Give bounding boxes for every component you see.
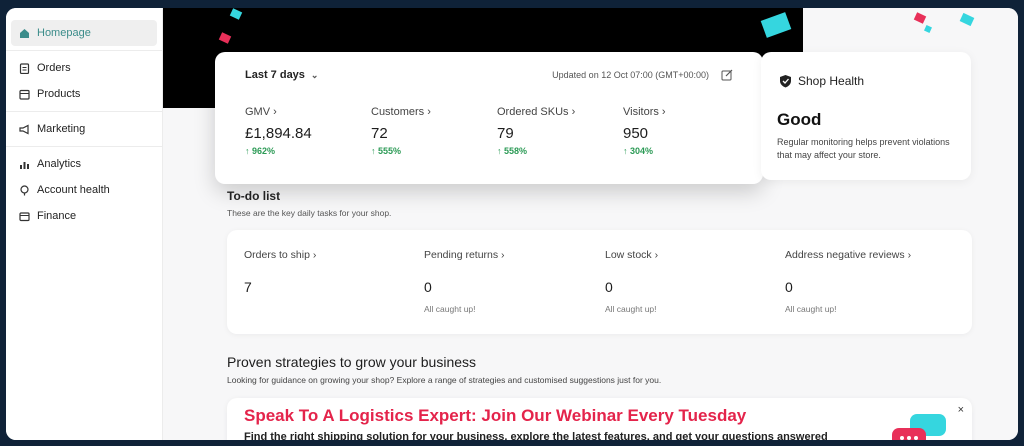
confetti-decoration (913, 12, 927, 24)
metric-label: Ordered SKUs › (497, 106, 576, 118)
todo-card: Orders to ship › 7 Pending returns › 0 A… (227, 230, 972, 334)
metric-gmv[interactable]: GMV › £1,894.84 ↑ 962% (245, 106, 375, 156)
sidebar-item-label: Analytics (37, 158, 82, 170)
period-label: Last 7 days (245, 69, 305, 81)
divider (6, 50, 162, 51)
shield-icon (779, 74, 792, 88)
sidebar-item-label: Orders (37, 62, 71, 74)
task-note: All caught up! (785, 304, 837, 314)
chevron-down-icon: ⌄ (310, 69, 319, 80)
divider (6, 111, 162, 112)
task-count: 0 (424, 279, 432, 295)
shop-health-description: Regular monitoring helps prevent violati… (777, 137, 950, 160)
metric-label: Customers › (371, 106, 431, 118)
metric-delta: ↑ 962% (245, 146, 276, 156)
sidebar-item-label: Finance (37, 210, 77, 222)
task-count: 0 (605, 279, 613, 295)
task-label: Address negative reviews › (785, 249, 912, 261)
megaphone-icon (19, 124, 30, 135)
updated-timestamp: Updated on 12 Oct 07:00 (GMT+00:00) (552, 70, 709, 80)
task-label: Low stock › (605, 249, 659, 261)
metric-customers[interactable]: Customers › 72 ↑ 555% (371, 106, 501, 156)
home-icon (19, 28, 30, 39)
sidebar-item-orders[interactable]: Orders (11, 55, 157, 81)
period-selector[interactable]: Last 7 days ⌄ (245, 69, 318, 81)
shop-health-status: Good (777, 110, 822, 129)
sidebar-item-homepage[interactable]: Homepage (11, 20, 157, 46)
metric-delta: ↑ 558% (497, 146, 528, 156)
task-count: 7 (244, 279, 252, 295)
sidebar-item-marketing[interactable]: Marketing (11, 116, 157, 142)
wallet-icon (19, 211, 30, 222)
sidebar-item-label: Products (37, 88, 81, 100)
sidebar-item-products[interactable]: Products (11, 81, 157, 107)
sidebar-item-label: Homepage (37, 27, 91, 39)
edit-icon[interactable] (721, 68, 733, 81)
banner-description: Find the right shipping solution for you… (244, 431, 828, 440)
divider (6, 146, 162, 147)
clipboard-icon (19, 62, 30, 74)
metric-value: 950 (623, 125, 649, 142)
metric-ordered-skus[interactable]: Ordered SKUs › 79 ↑ 558% (497, 106, 627, 156)
sidebar-item-account-health[interactable]: Account health (11, 177, 157, 203)
main-content: Last 7 days ⌄ Updated on 12 Oct 07:00 (G… (163, 8, 1018, 440)
metric-label: Visitors › (623, 106, 666, 118)
app-window: Homepage Orders Products Marketing Analy… (6, 8, 1018, 440)
todo-title: To-do list (227, 189, 281, 203)
close-icon[interactable]: × (958, 404, 964, 416)
webinar-banner[interactable]: Speak To A Logistics Expert: Join Our We… (227, 398, 972, 440)
box-icon (19, 89, 30, 100)
bar-chart-icon (19, 159, 30, 170)
task-label: Pending returns › (424, 249, 505, 261)
task-low-stock[interactable]: Low stock › 0 All caught up! (605, 249, 775, 314)
task-count: 0 (785, 279, 793, 295)
task-address-negative-reviews[interactable]: Address negative reviews › 0 All caught … (785, 249, 955, 314)
todo-subtitle: These are the key daily tasks for your s… (227, 208, 392, 218)
sidebar-item-label: Marketing (37, 123, 86, 135)
shop-health-title: Shop Health (779, 74, 864, 88)
task-orders-to-ship[interactable]: Orders to ship › 7 (244, 249, 414, 295)
metric-value: £1,894.84 (245, 125, 312, 142)
confetti-decoration (959, 12, 975, 27)
growth-title: Proven strategies to grow your business (227, 354, 477, 370)
sidebar-item-finance[interactable]: Finance (11, 203, 157, 229)
task-label: Orders to ship › (244, 249, 317, 261)
confetti-decoration (924, 25, 932, 33)
sidebar: Homepage Orders Products Marketing Analy… (6, 8, 163, 440)
chat-bubbles-icon (888, 412, 950, 440)
task-pending-returns[interactable]: Pending returns › 0 All caught up! (424, 249, 594, 314)
banner-title: Speak To A Logistics Expert: Join Our We… (244, 406, 747, 425)
metric-label: GMV › (245, 106, 277, 118)
metric-delta: ↑ 304% (623, 146, 654, 156)
metric-value: 72 (371, 125, 388, 142)
metric-value: 79 (497, 125, 514, 142)
task-note: All caught up! (424, 304, 476, 314)
sidebar-item-label: Account health (37, 184, 110, 196)
shop-health-card[interactable]: Shop Health Good Regular monitoring help… (761, 52, 971, 180)
health-icon (19, 184, 30, 196)
sidebar-item-analytics[interactable]: Analytics (11, 151, 157, 177)
metric-visitors[interactable]: Visitors › 950 ↑ 304% (623, 106, 753, 156)
task-note: All caught up! (605, 304, 657, 314)
metrics-card: Last 7 days ⌄ Updated on 12 Oct 07:00 (G… (215, 52, 763, 184)
growth-subtitle: Looking for guidance on growing your sho… (227, 375, 662, 385)
metric-delta: ↑ 555% (371, 146, 402, 156)
